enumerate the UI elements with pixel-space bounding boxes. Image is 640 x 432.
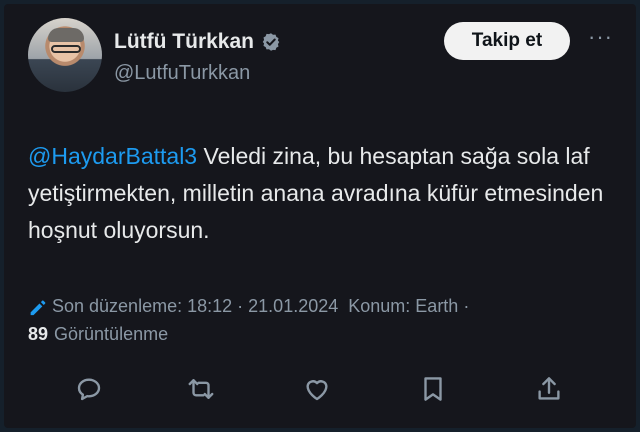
avatar-glasses	[51, 45, 81, 53]
pencil-icon	[30, 299, 46, 315]
views-row: 89 Görüntülenme	[28, 324, 168, 345]
retweet-icon[interactable]	[186, 374, 216, 404]
edit-time: 18:12	[187, 296, 233, 316]
tweet-text: @HaydarBattal3 Veledi zina, bu hesaptan …	[28, 138, 618, 249]
display-name[interactable]: Lütfü Türkkan	[114, 30, 254, 54]
location-label: Konum: Earth	[348, 296, 459, 316]
tweet-meta: Son düzenleme: 18:12 · 21.01.2024 Konum:…	[28, 296, 469, 317]
views-count: 89	[28, 324, 49, 344]
like-icon[interactable]	[302, 374, 332, 404]
name-row: Lütfü Türkkan	[114, 30, 281, 54]
avatar-hair	[48, 28, 84, 42]
bookmark-icon[interactable]	[418, 374, 448, 404]
edited-label[interactable]: Son düzenleme:	[52, 296, 182, 317]
share-icon[interactable]	[534, 374, 564, 404]
user-handle[interactable]: @LutfuTurkkan	[114, 62, 250, 85]
follow-button[interactable]: Takip et	[444, 22, 570, 60]
action-bar	[0, 374, 640, 406]
more-options-icon[interactable]: ···	[588, 24, 613, 50]
verified-icon	[262, 33, 280, 51]
edit-date: 21.01.2024	[248, 296, 339, 316]
reply-icon[interactable]	[74, 374, 104, 404]
mention-link[interactable]: @HaydarBattal3	[28, 143, 197, 169]
tweet-card: Lütfü Türkkan @LutfuTurkkan Takip et ···…	[4, 4, 636, 428]
avatar[interactable]	[28, 18, 102, 92]
views-label: Görüntülenme	[54, 324, 169, 344]
